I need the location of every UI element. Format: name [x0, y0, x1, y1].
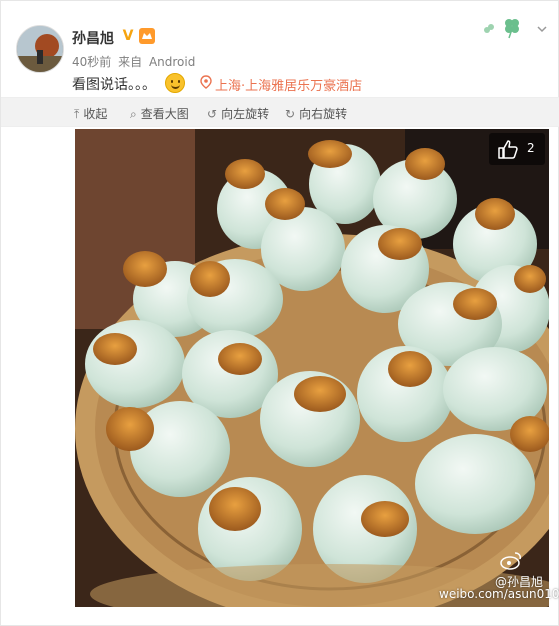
- smile-emoji-icon: [165, 73, 185, 93]
- location-pin-icon: [200, 75, 212, 89]
- rotate-left-icon: ↺: [207, 107, 218, 121]
- view-large-label: 查看大图: [140, 107, 189, 121]
- chevron-down-icon[interactable]: [536, 23, 548, 35]
- rotate-left-button[interactable]: ↺ 向左旋转: [207, 105, 269, 122]
- magnifier-icon: ⌕: [130, 107, 137, 121]
- collapse-button[interactable]: ⤒ 收起: [74, 105, 107, 122]
- collapse-icon: ⤒: [74, 107, 80, 121]
- collapse-label: 收起: [83, 107, 108, 121]
- avatar-image: [17, 26, 63, 72]
- location-link[interactable]: 上海·上海雅居乐万豪酒店: [215, 75, 362, 94]
- rotate-left-label: 向左旋转: [221, 107, 270, 121]
- post-time[interactable]: 40秒前: [72, 55, 111, 69]
- v-badge-icon[interactable]: V: [120, 28, 136, 44]
- eggs-in-steamer-image: [75, 129, 549, 607]
- thumbs-up-icon: [497, 138, 519, 166]
- watermark-url: weibo.com/asun0104: [439, 587, 559, 601]
- source-prefix: 来自: [118, 55, 143, 69]
- view-large-button[interactable]: ⌕ 查看大图: [130, 105, 189, 122]
- username[interactable]: 孙昌旭: [72, 28, 114, 48]
- rotate-right-label: 向右旋转: [299, 107, 348, 121]
- rank-badge-icon[interactable]: [139, 28, 155, 44]
- post-text: 看图说话。。。: [72, 77, 156, 93]
- rotate-right-icon: ↻: [285, 107, 296, 121]
- post-photo[interactable]: [75, 129, 549, 607]
- like-count: 2: [527, 141, 535, 155]
- like-button[interactable]: 2: [489, 133, 545, 165]
- post-source[interactable]: Android: [149, 55, 195, 69]
- clover-decoration-icon: [479, 15, 527, 39]
- post-meta: 40秒前 来自 Android: [72, 53, 198, 70]
- media-toolbar: ⤒ 收起 ⌕ 查看大图 ↺ 向左旋转 ↻ 向右旋转: [1, 97, 559, 127]
- weibo-logo-icon: [499, 549, 523, 573]
- avatar[interactable]: [16, 25, 64, 73]
- rotate-right-button[interactable]: ↻ 向右旋转: [285, 105, 347, 122]
- weibo-post-card: 孙昌旭 V 40秒前 来自 Android 看图说话。。。 上海·上海雅居乐万豪…: [0, 0, 559, 626]
